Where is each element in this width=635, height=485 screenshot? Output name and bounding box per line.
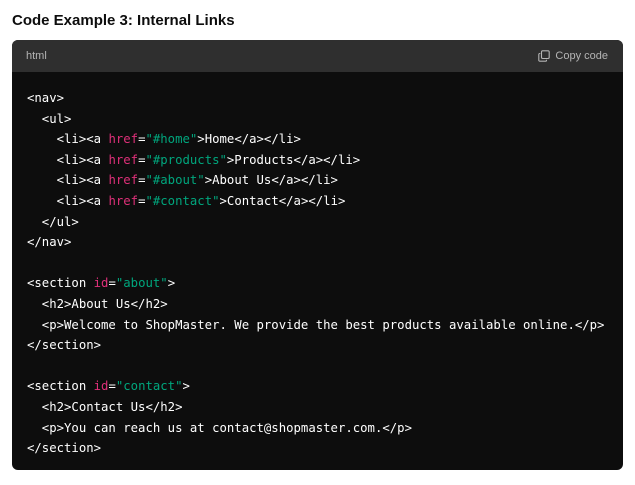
- code-token: <li><a: [27, 132, 109, 147]
- code-line: </section>: [27, 335, 608, 356]
- code-token: <h2>About Us</h2>: [27, 296, 168, 311]
- code-line: <li><a href="#home">Home</a></li>: [27, 129, 608, 150]
- code-line: <nav>: [27, 88, 608, 109]
- code-token: <li><a: [27, 152, 109, 167]
- code-token: =: [108, 276, 116, 291]
- code-attr-token: id: [93, 276, 109, 291]
- section-heading: Code Example 3: Internal Links: [12, 12, 235, 29]
- code-line: </section>: [27, 438, 608, 459]
- code-string-token: "about": [115, 276, 168, 291]
- code-string-token: "#about": [145, 173, 205, 188]
- code-token: >Products</a></li>: [226, 152, 361, 167]
- code-line: <li><a href="#products">Products</a></li…: [27, 150, 608, 171]
- code-block-header: html Copy code: [12, 40, 623, 72]
- copy-code-label: Copy code: [555, 50, 608, 62]
- code-token: <section: [27, 379, 94, 394]
- code-token: <p>Welcome to ShopMaster. We provide the…: [27, 317, 605, 332]
- code-token: </nav>: [27, 235, 72, 250]
- code-token: <ul>: [27, 111, 72, 126]
- code-token: >: [167, 276, 176, 291]
- code-token: =: [108, 379, 116, 394]
- code-token: >Contact</a></li>: [219, 193, 346, 208]
- code-line: <li><a href="#contact">Contact</a></li>: [27, 191, 608, 212]
- code-token: <nav>: [27, 91, 65, 105]
- code-token: <h2>Contact Us</h2>: [27, 399, 183, 414]
- code-token: <p>You can reach us at contact@shopmaste…: [27, 420, 412, 435]
- code-token: <li><a: [27, 173, 109, 188]
- code-token: >: [182, 379, 190, 394]
- code-string-token: "#home": [145, 132, 198, 147]
- code-token: <li><a: [27, 193, 109, 208]
- code-content: <nav> <ul> <li><a href="#home">Home</a><…: [12, 72, 623, 459]
- code-token: </ul>: [27, 214, 79, 229]
- copy-icon: [538, 50, 551, 62]
- code-attr-token: href: [108, 173, 139, 188]
- code-string-token: "contact": [115, 379, 183, 394]
- code-line: <p>You can reach us at contact@shopmaste…: [27, 418, 608, 439]
- code-attr-token: href: [108, 152, 139, 167]
- code-line: <li><a href="#about">About Us</a></li>: [27, 170, 608, 191]
- code-line: </ul>: [27, 212, 608, 233]
- code-token: >About Us</a></li>: [204, 173, 338, 188]
- code-token: </section>: [27, 441, 102, 456]
- code-line: <ul>: [27, 109, 608, 130]
- code-token: </section>: [27, 338, 102, 353]
- code-lines: <nav> <ul> <li><a href="#home">Home</a><…: [27, 88, 608, 459]
- code-line: <p>Welcome to ShopMaster. We provide the…: [27, 315, 608, 336]
- code-attr-token: href: [108, 132, 139, 147]
- code-token: >Home</a></li>: [197, 132, 301, 147]
- code-string-token: "#products": [145, 152, 227, 167]
- copy-code-button[interactable]: Copy code: [538, 50, 608, 62]
- code-attr-token: href: [108, 193, 139, 208]
- code-line: <h2>About Us</h2>: [27, 294, 608, 315]
- code-token: <section: [27, 276, 94, 291]
- code-line: </nav>: [27, 232, 608, 253]
- code-line: <section id="about">: [27, 273, 608, 294]
- code-block: html Copy code <nav> <ul> <li><a href="#…: [12, 40, 623, 470]
- code-line: <h2>Contact Us</h2>: [27, 397, 608, 418]
- code-language-label: html: [26, 50, 47, 62]
- code-line: <section id="contact">: [27, 376, 608, 397]
- code-string-token: "#contact": [145, 193, 220, 208]
- code-attr-token: id: [93, 379, 109, 394]
